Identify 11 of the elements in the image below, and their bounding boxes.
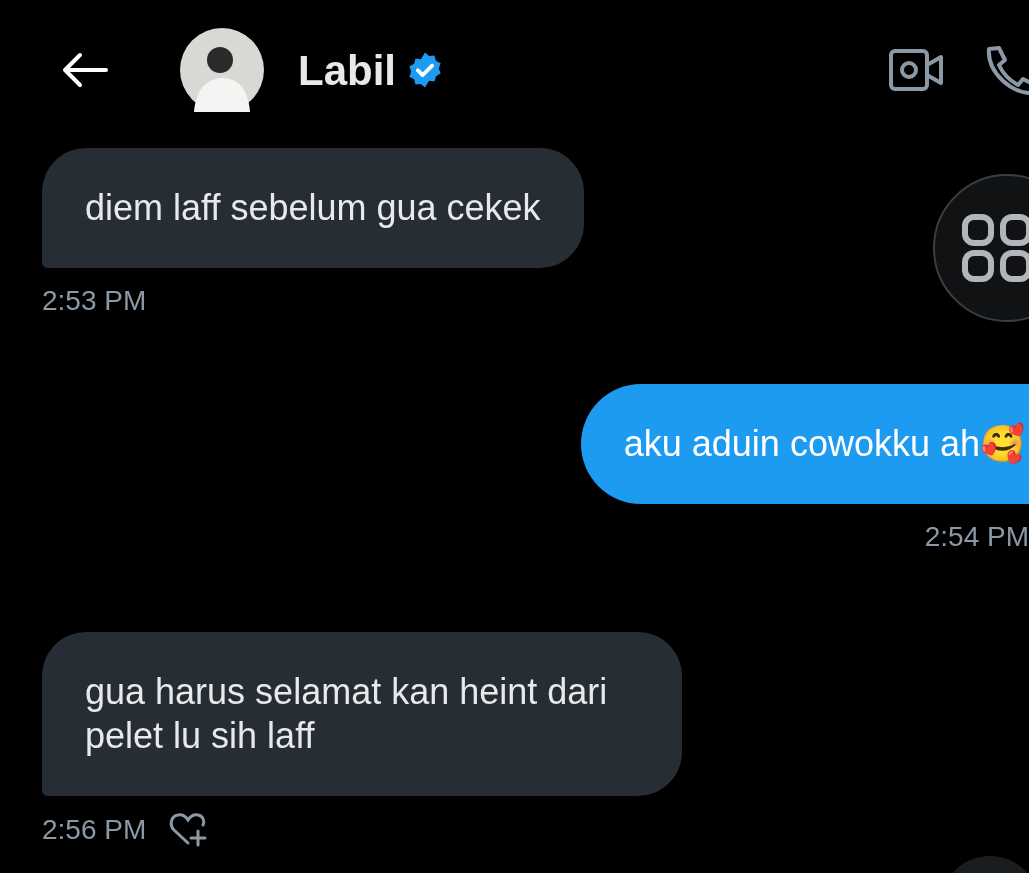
message-time: 2:54 PM [924, 520, 1029, 554]
back-arrow-icon[interactable] [62, 52, 108, 88]
message-time: 2:56 PM [42, 813, 147, 847]
grid-icon [961, 213, 1029, 283]
avatar[interactable] [180, 28, 264, 112]
contact-name: Labil [298, 45, 396, 96]
video-call-icon[interactable] [889, 49, 943, 91]
message-bubble: gua harus selamat kan heint dari pelet lu sih laff [42, 632, 682, 796]
message-time: 2:53 PM [42, 284, 147, 318]
message-bubble: aku aduin cowokku ah🥰 [580, 384, 1029, 504]
message-bubble: diem laff sebelum gua cekek [42, 148, 584, 268]
